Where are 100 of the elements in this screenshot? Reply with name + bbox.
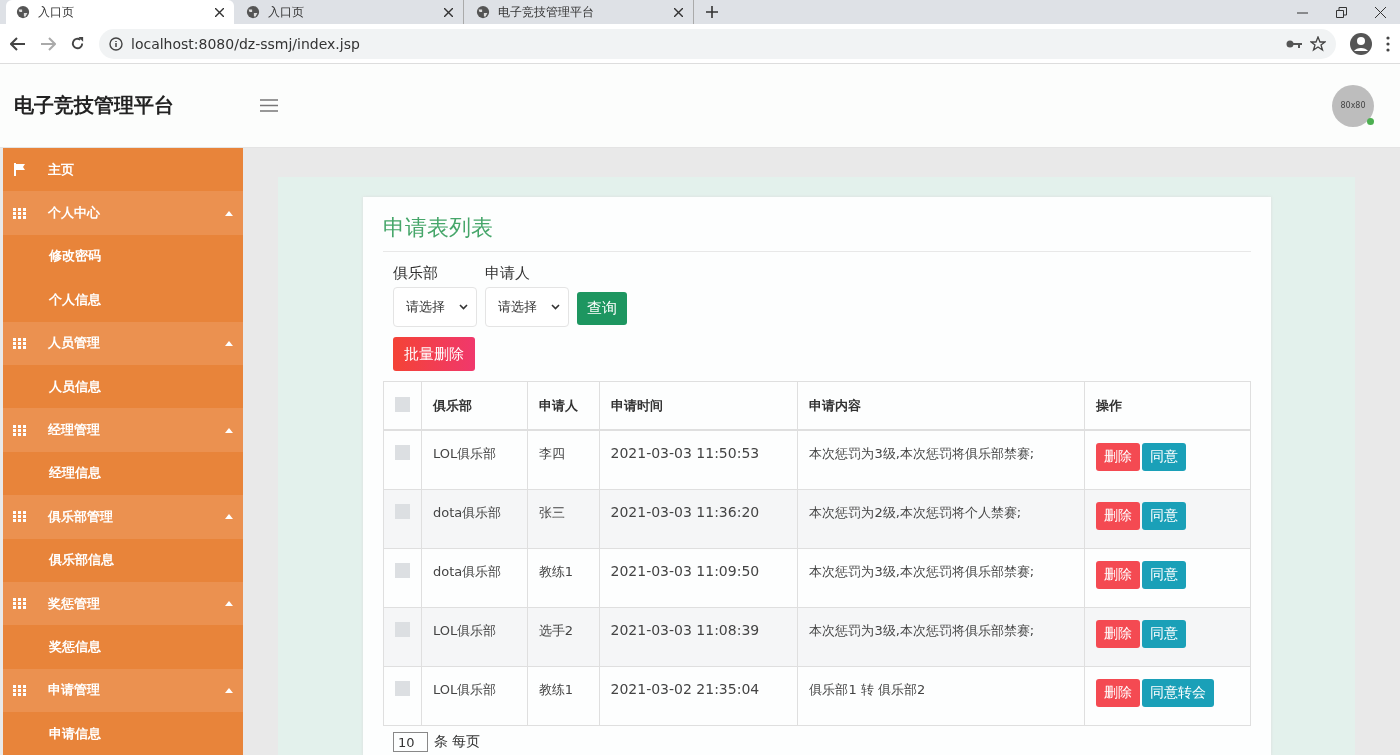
menu-icon[interactable] bbox=[1386, 35, 1390, 52]
filter-label: 俱乐部 bbox=[393, 264, 439, 283]
column-header: 申请内容 bbox=[797, 381, 1085, 430]
filter-select[interactable]: 请选择 bbox=[485, 287, 569, 327]
sidebar-subitem[interactable]: 奖惩信息 bbox=[3, 625, 243, 669]
close-icon[interactable] bbox=[444, 7, 453, 17]
close-icon[interactable] bbox=[674, 7, 683, 17]
delete-button[interactable]: 删除 bbox=[1096, 502, 1141, 530]
caret-icon bbox=[225, 601, 233, 607]
globe-icon bbox=[476, 5, 490, 19]
table-cell: 选手2 bbox=[527, 607, 599, 667]
caret-icon bbox=[225, 340, 233, 346]
caret-icon bbox=[225, 687, 233, 693]
table-cell: 本次惩罚为3级,本次惩罚将俱乐部禁赛; bbox=[797, 548, 1085, 608]
chevron-icon bbox=[551, 304, 560, 310]
grid-icon bbox=[13, 424, 26, 436]
row-checkbox[interactable] bbox=[395, 681, 410, 696]
approve-button[interactable]: 同意转会 bbox=[1142, 679, 1215, 707]
new-tab-icon[interactable] bbox=[706, 6, 718, 18]
table-cell: 本次惩罚为3级,本次惩罚将俱乐部禁赛; bbox=[797, 430, 1085, 490]
row-checkbox[interactable] bbox=[395, 622, 410, 637]
column-header: 操作 bbox=[1084, 381, 1251, 430]
sidebar-group[interactable]: 俱乐部管理 bbox=[3, 495, 243, 539]
sidebar-subitem[interactable]: 俱乐部信息 bbox=[3, 538, 243, 582]
approve-button[interactable]: 同意 bbox=[1142, 443, 1187, 471]
caret-icon bbox=[225, 514, 233, 520]
page-size-label: 条 每页 bbox=[433, 733, 480, 751]
grid-icon bbox=[13, 598, 26, 610]
sidebar-group[interactable]: 申请管理 bbox=[3, 668, 243, 713]
table-cell: 本次惩罚为2级,本次惩罚将个人禁赛; bbox=[797, 489, 1085, 549]
column-header: 俱乐部 bbox=[421, 381, 528, 430]
filter-select[interactable]: 请选择 bbox=[393, 287, 477, 327]
approve-button[interactable]: 同意 bbox=[1142, 620, 1187, 648]
table-cell: LOL俱乐部 bbox=[421, 666, 528, 726]
filter-label: 申请人 bbox=[485, 264, 531, 283]
delete-button[interactable]: 删除 bbox=[1096, 620, 1141, 648]
page-size-select[interactable]: 10 bbox=[393, 732, 428, 752]
grid-icon bbox=[13, 511, 26, 523]
globe-icon bbox=[16, 5, 30, 19]
sidebar-group[interactable]: 奖惩管理 bbox=[3, 581, 243, 626]
back-arrow-icon[interactable] bbox=[10, 36, 26, 51]
profile-icon[interactable] bbox=[1350, 32, 1372, 55]
sidebar-subitem[interactable]: 申请信息 bbox=[3, 712, 243, 755]
table-cell: dota俱乐部 bbox=[421, 489, 528, 549]
table-cell: 2021-03-03 11:50:53 bbox=[599, 430, 798, 490]
sidebar-subitem[interactable]: 经理信息 bbox=[3, 451, 243, 496]
grid-icon bbox=[13, 337, 26, 349]
table-cell: LOL俱乐部 bbox=[421, 607, 528, 667]
delete-button[interactable]: 删除 bbox=[1096, 561, 1141, 589]
info-icon bbox=[109, 36, 123, 51]
sidebar-subitem[interactable]: 个人信息 bbox=[3, 278, 243, 322]
sidebar-group[interactable]: 经理管理 bbox=[3, 408, 243, 452]
table-cell: 张三 bbox=[527, 489, 599, 549]
reload-icon[interactable] bbox=[70, 36, 85, 51]
column-header: 申请时间 bbox=[599, 381, 798, 430]
approve-button[interactable]: 同意 bbox=[1142, 561, 1187, 589]
menu-icon[interactable] bbox=[260, 99, 278, 112]
approve-button[interactable]: 同意 bbox=[1142, 502, 1187, 530]
avatar[interactable]: 80x80 bbox=[1332, 84, 1374, 127]
star-icon[interactable] bbox=[1310, 35, 1326, 52]
close-icon[interactable] bbox=[1375, 6, 1386, 18]
table-cell: LOL俱乐部 bbox=[421, 430, 528, 490]
column-header: 申请人 bbox=[527, 381, 599, 430]
address-bar[interactable]: localhost:8080/dz-ssmj/index.jsp bbox=[99, 28, 1336, 59]
caret-icon bbox=[225, 427, 233, 433]
table-cell: 本次惩罚为3级,本次惩罚将俱乐部禁赛; bbox=[797, 607, 1085, 667]
delete-button[interactable]: 删除 bbox=[1096, 679, 1141, 707]
globe-icon bbox=[246, 5, 260, 19]
select-all-checkbox[interactable] bbox=[395, 396, 410, 412]
panel-title: 申请表列表 bbox=[383, 213, 1251, 252]
sidebar-group[interactable]: 个人中心 bbox=[3, 191, 243, 235]
row-checkbox[interactable] bbox=[395, 563, 410, 578]
batch-delete-button[interactable]: 批量删除 bbox=[393, 337, 475, 371]
table-cell: 2021-03-03 11:36:20 bbox=[599, 489, 798, 549]
table-cell: 2021-03-02 21:35:04 bbox=[599, 666, 798, 726]
grid-icon bbox=[13, 684, 26, 696]
table-cell: 2021-03-03 11:09:50 bbox=[599, 548, 798, 608]
sidebar-subitem[interactable]: 修改密码 bbox=[3, 234, 243, 279]
table-cell: 2021-03-03 11:08:39 bbox=[599, 607, 798, 667]
query-button[interactable]: 查询 bbox=[577, 292, 627, 325]
sidebar-group[interactable]: 人员管理 bbox=[3, 321, 243, 365]
row-checkbox[interactable] bbox=[395, 504, 410, 519]
browser-tab[interactable]: 入口页 bbox=[6, 0, 234, 24]
delete-button[interactable]: 删除 bbox=[1096, 443, 1141, 471]
key-icon[interactable] bbox=[1286, 38, 1302, 49]
restore-icon[interactable] bbox=[1336, 6, 1347, 18]
table-cell: 教练1 bbox=[527, 666, 599, 726]
flag-icon bbox=[13, 163, 26, 177]
table-cell: 俱乐部1 转 俱乐部2 bbox=[797, 666, 1085, 726]
table-cell: dota俱乐部 bbox=[421, 548, 528, 608]
row-checkbox[interactable] bbox=[395, 445, 410, 460]
table-cell: 教练1 bbox=[527, 548, 599, 608]
caret-icon bbox=[225, 210, 233, 216]
close-icon[interactable] bbox=[215, 7, 224, 17]
sidebar-item[interactable]: 主页 bbox=[3, 148, 243, 192]
table-cell: 李四 bbox=[527, 430, 599, 490]
chevron-icon bbox=[459, 304, 468, 310]
online-status-dot bbox=[1367, 117, 1374, 125]
sidebar-subitem[interactable]: 人员信息 bbox=[3, 364, 243, 409]
grid-icon bbox=[13, 207, 26, 219]
